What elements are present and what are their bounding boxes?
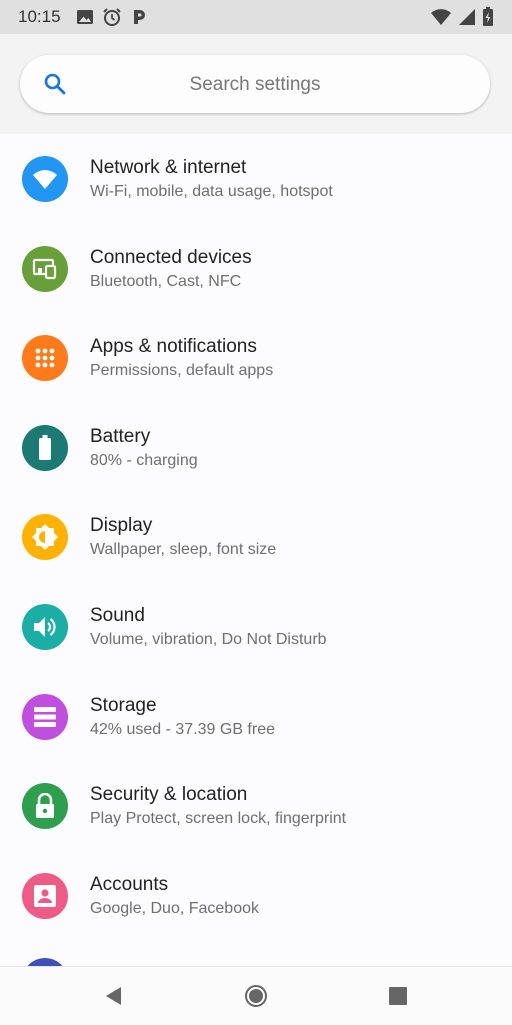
settings-item-title: Display xyxy=(90,515,153,537)
wifi-icon xyxy=(22,156,68,202)
settings-item-accounts[interactable]: Accounts Google, Duo, Facebook xyxy=(0,851,512,941)
settings-item-storage[interactable]: Storage 42% used - 37.39 GB free xyxy=(0,672,512,762)
battery-charging-icon xyxy=(482,7,494,32)
settings-item-title: Sound xyxy=(90,604,145,626)
settings-item-title: Battery xyxy=(90,425,151,447)
settings-item-subtitle: Wi-Fi, mobile, data usage, hotspot xyxy=(90,183,333,200)
settings-item-title: Connected devices xyxy=(90,246,252,268)
settings-item-subtitle: Volume, vibration, Do Not Disturb xyxy=(90,630,327,648)
settings-item-connected-devices[interactable]: Connected devices Bluetooth, Cast, NFC xyxy=(0,224,512,314)
search-area: Search settings xyxy=(0,34,512,134)
settings-item-subtitle: 80% - charging xyxy=(90,451,198,469)
settings-item-subtitle: Play Protect, screen lock, fingerprint xyxy=(90,810,347,828)
volume-icon xyxy=(22,603,68,650)
settings-item-security[interactable]: Security & location Play Protect, screen… xyxy=(0,761,512,851)
account-icon xyxy=(22,872,68,919)
settings-item-apps[interactable]: Apps & notifications Permissions, defaul… xyxy=(0,313,512,403)
apps-grid-icon xyxy=(22,335,68,382)
home-icon[interactable] xyxy=(244,984,268,1008)
settings-item-battery[interactable]: Battery 80% - charging xyxy=(0,403,512,493)
settings-item-subtitle: 42% used - 37.39 GB free xyxy=(90,720,275,738)
parking-icon xyxy=(130,8,148,31)
settings-item-title: Network & internet xyxy=(90,157,247,178)
devices-icon xyxy=(22,245,68,292)
brightness-icon xyxy=(22,514,68,561)
search-bar[interactable]: Search settings xyxy=(20,55,490,113)
status-time: 10:15 xyxy=(18,7,61,26)
back-icon[interactable] xyxy=(102,984,126,1008)
navigation-bar xyxy=(0,966,512,1025)
settings-item-title: Accounts xyxy=(90,873,169,895)
settings-item-subtitle: Permissions, default apps xyxy=(90,362,274,380)
settings-item-subtitle: Bluetooth, Cast, NFC xyxy=(90,272,242,290)
status-bar: 10:15 xyxy=(0,0,512,34)
recents-icon[interactable] xyxy=(386,984,410,1008)
storage-icon xyxy=(22,693,68,740)
settings-item-network[interactable]: Network & internet Wi-Fi, mobile, data u… xyxy=(0,134,512,224)
settings-item-subtitle: Google, Duo, Facebook xyxy=(90,899,259,917)
battery-icon xyxy=(22,424,68,471)
settings-item-sound[interactable]: Sound Volume, vibration, Do Not Disturb xyxy=(0,582,512,672)
settings-item-subtitle: Wallpaper, sleep, font size xyxy=(90,541,277,559)
settings-list: Network & internet Wi-Fi, mobile, data u… xyxy=(0,134,512,940)
alarm-icon xyxy=(102,7,122,32)
wifi-icon xyxy=(430,8,452,31)
cell-signal-icon xyxy=(458,8,476,31)
settings-item-display[interactable]: Display Wallpaper, sleep, font size xyxy=(0,492,512,582)
settings-item-title: Apps & notifications xyxy=(90,336,257,358)
search-placeholder[interactable]: Search settings xyxy=(20,74,490,96)
lock-icon xyxy=(22,783,68,830)
settings-item-title: Security & location xyxy=(90,784,248,806)
image-icon xyxy=(76,8,94,31)
settings-item-title: Storage xyxy=(90,694,157,716)
